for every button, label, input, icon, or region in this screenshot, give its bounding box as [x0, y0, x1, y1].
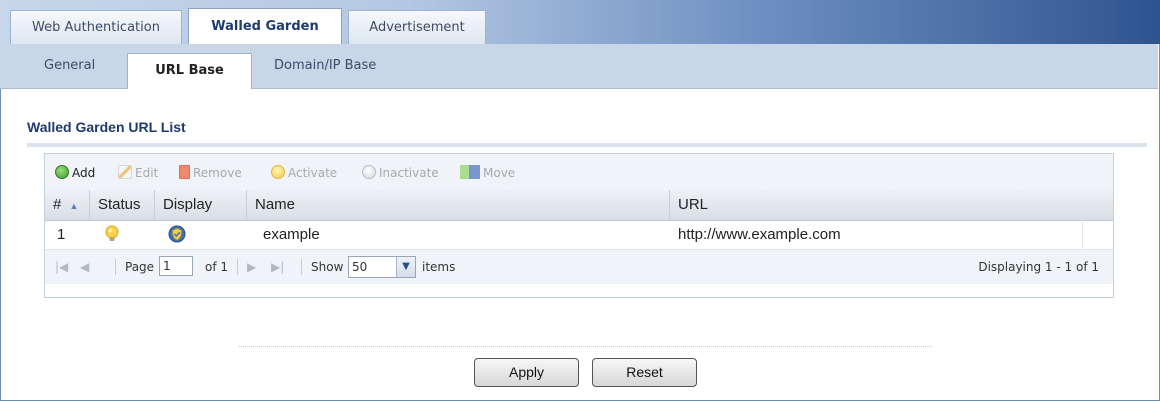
- apply-button[interactable]: Apply: [474, 358, 579, 387]
- column-header-display-label: Display: [163, 196, 213, 213]
- displaying-count: Displaying 1 - 1 of 1: [978, 260, 1099, 274]
- pagination-bar: |◀ ◀ Page 1 of 1 ▶ ▶| Show 50 ▼ items Di…: [45, 250, 1113, 284]
- pager-separator: [115, 259, 116, 275]
- move-button[interactable]: Move: [460, 165, 515, 180]
- last-page-icon[interactable]: ▶|: [271, 260, 284, 274]
- items-per-page-value: 50: [352, 260, 368, 274]
- activate-label: Activate: [288, 166, 338, 180]
- inactivate-button[interactable]: Inactivate: [362, 165, 439, 180]
- footer-divider: [239, 346, 932, 347]
- add-button[interactable]: Add: [55, 165, 95, 180]
- row-status: [90, 220, 155, 249]
- tab-web-authentication[interactable]: Web Authentication: [10, 10, 182, 44]
- page-number-input[interactable]: 1: [159, 256, 193, 276]
- row-name: example: [263, 226, 320, 243]
- lightbulb-on-icon: [105, 225, 119, 241]
- prev-page-icon[interactable]: ◀: [80, 260, 89, 274]
- activate-button[interactable]: Activate: [271, 165, 337, 180]
- items-per-page-select[interactable]: 50 ▼: [348, 256, 416, 278]
- column-header-url-label: URL: [678, 196, 709, 213]
- table-row[interactable]: 1 example http://www.example.com: [45, 220, 1113, 250]
- tab-advertisement[interactable]: Advertisement: [348, 10, 486, 44]
- first-page-icon[interactable]: |◀: [55, 260, 68, 274]
- remove-label: Remove: [193, 166, 242, 180]
- pager-separator: [301, 259, 302, 275]
- row-url: http://www.example.com: [678, 226, 841, 243]
- items-label: items: [422, 260, 456, 274]
- sub-tab-bar: General URL Base Domain/IP Base: [0, 44, 1158, 89]
- row-divider: [1082, 220, 1083, 249]
- section-title: Walled Garden URL List: [27, 119, 186, 135]
- table-header: # ▲ Status Display Name URL: [45, 190, 1113, 221]
- subtab-url-base[interactable]: URL Base: [127, 53, 252, 89]
- add-icon: [55, 165, 69, 179]
- lightbulb-off-icon: [362, 165, 376, 179]
- top-tab-bar: Web Authentication Walled Garden Adverti…: [0, 0, 1160, 44]
- column-header-index-label: #: [53, 196, 62, 213]
- trash-icon: [179, 165, 190, 179]
- sort-asc-icon: ▲: [69, 201, 79, 211]
- pager-separator: [237, 259, 238, 275]
- show-label: Show: [311, 260, 344, 274]
- column-header-status-label: Status: [98, 196, 141, 213]
- column-header-status[interactable]: Status: [90, 190, 155, 220]
- move-icon: [460, 165, 480, 179]
- lightbulb-on-icon: [271, 165, 285, 179]
- section-divider: [27, 143, 1147, 147]
- column-header-name-label: Name: [255, 196, 296, 213]
- tab-walled-garden[interactable]: Walled Garden: [188, 8, 342, 44]
- remove-button[interactable]: Remove: [179, 165, 242, 180]
- inactivate-label: Inactivate: [379, 166, 439, 180]
- subtab-domain-ip-base[interactable]: Domain/IP Base: [274, 58, 376, 73]
- column-header-index[interactable]: # ▲: [45, 190, 90, 220]
- subtab-general[interactable]: General: [44, 58, 95, 73]
- reset-button[interactable]: Reset: [592, 358, 697, 387]
- url-list-panel: Add Edit Remove Activate Inactivate Move…: [44, 153, 1114, 298]
- page-label: Page: [125, 260, 155, 274]
- move-label: Move: [483, 166, 516, 180]
- column-header-name[interactable]: Name: [247, 190, 670, 220]
- add-label: Add: [72, 166, 96, 180]
- column-header-display[interactable]: Display: [155, 190, 247, 220]
- row-index: 1: [57, 226, 66, 243]
- page-of-label: of 1: [205, 260, 229, 274]
- next-page-icon[interactable]: ▶: [247, 260, 256, 274]
- chevron-down-icon[interactable]: ▼: [396, 257, 415, 277]
- column-header-url[interactable]: URL: [670, 190, 1114, 220]
- row-display: [155, 220, 247, 249]
- edit-button[interactable]: Edit: [118, 165, 158, 180]
- display-shield-icon: [168, 225, 186, 243]
- edit-icon: [118, 165, 132, 179]
- list-toolbar: Add Edit Remove Activate Inactivate Move: [45, 154, 1113, 191]
- edit-label: Edit: [135, 166, 159, 180]
